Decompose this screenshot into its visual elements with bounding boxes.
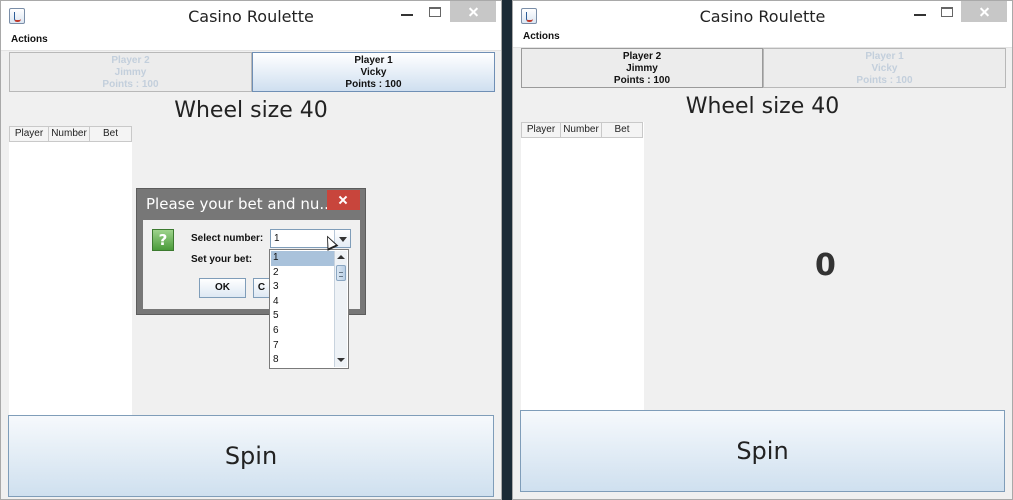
column-header-player[interactable]: Player <box>9 126 49 142</box>
scroll-down-icon[interactable] <box>335 354 347 367</box>
dropdown-option[interactable]: 1 <box>271 251 335 266</box>
table-header: Player Number Bet <box>521 122 643 138</box>
column-header-bet[interactable]: Bet <box>90 126 132 142</box>
tab-player-2[interactable]: Player 2 Jimmy Points : 100 <box>521 48 763 88</box>
dropdown-option[interactable]: 5 <box>271 309 335 324</box>
tab-player-user: Vicky <box>871 63 898 74</box>
number-select-value: 1 <box>274 233 280 244</box>
bets-table[interactable]: Player Number Bet <box>9 126 132 416</box>
tab-player-user: Jimmy <box>626 63 658 74</box>
dropdown-option[interactable]: 3 <box>271 280 335 295</box>
scroll-up-icon[interactable] <box>335 251 347 264</box>
menu-actions[interactable]: Actions <box>11 34 48 45</box>
tab-player-user: Vicky <box>360 67 387 78</box>
menubar: Actions <box>1 31 501 51</box>
casino-window-right: Casino Roulette Actions Player 2 Jimmy P… <box>512 0 1013 500</box>
player-tabs: Player 2 Jimmy Points : 100 Player 1 Vic… <box>9 52 495 92</box>
column-header-number[interactable]: Number <box>561 122 602 138</box>
tab-player-points: Points : 100 <box>613 75 671 86</box>
tab-player-name: Player 1 <box>865 51 904 62</box>
dropdown-option[interactable]: 2 <box>271 266 335 281</box>
bets-table[interactable]: Player Number Bet <box>521 122 644 412</box>
table-header: Player Number Bet <box>9 126 132 142</box>
tab-player-points: Points : 100 <box>856 75 913 86</box>
number-dropdown-list[interactable]: 1 2 3 4 5 6 7 8 <box>269 249 349 369</box>
tab-player-name: Player 2 <box>111 55 150 66</box>
tab-player-points: Points : 100 <box>102 79 159 90</box>
dialog-title: Please your bet and nu... <box>146 195 334 213</box>
scroll-thumb[interactable] <box>336 265 346 281</box>
window-title: Casino Roulette <box>699 7 826 26</box>
titlebar[interactable]: Casino Roulette <box>513 1 1012 31</box>
tab-player-1[interactable]: Player 1 Vicky Points : 100 <box>252 52 495 92</box>
dropdown-option[interactable]: 8 <box>271 353 335 368</box>
dialog-close-button[interactable] <box>327 190 360 210</box>
menu-actions[interactable]: Actions <box>523 31 560 42</box>
dropdown-option[interactable]: 6 <box>271 324 335 339</box>
column-header-bet[interactable]: Bet <box>602 122 643 138</box>
titlebar[interactable]: Casino Roulette <box>1 1 501 31</box>
number-select[interactable]: 1 <box>270 229 351 248</box>
column-header-player[interactable]: Player <box>521 122 561 138</box>
tab-player-name: Player 2 <box>622 51 662 62</box>
question-icon: ? <box>152 229 174 251</box>
maximize-button[interactable] <box>941 7 953 17</box>
tab-player-name: Player 1 <box>354 55 393 66</box>
set-bet-label: Set your bet: <box>191 254 253 265</box>
dropdown-option[interactable]: 4 <box>271 295 335 310</box>
dropdown-scrollbar[interactable] <box>334 251 347 367</box>
tab-player-points: Points : 100 <box>345 79 402 90</box>
wheel-size-title: Wheel size 40 <box>174 98 328 123</box>
cancel-button[interactable]: C <box>253 278 269 298</box>
ok-button[interactable]: OK <box>199 278 246 298</box>
dropdown-option[interactable]: 7 <box>271 339 335 354</box>
minimize-button[interactable] <box>914 14 926 16</box>
select-number-label: Select number: <box>191 233 264 244</box>
menubar: Actions <box>513 28 1012 48</box>
column-header-number[interactable]: Number <box>49 126 90 142</box>
tab-player-user: Jimmy <box>114 67 147 78</box>
tab-player-1[interactable]: Player 1 Vicky Points : 100 <box>763 48 1006 88</box>
window-title: Casino Roulette <box>188 7 314 26</box>
close-button[interactable] <box>961 1 1007 22</box>
minimize-button[interactable] <box>401 14 413 16</box>
close-button[interactable] <box>450 1 496 22</box>
spin-result: 0 <box>815 248 836 283</box>
wheel-size-title: Wheel size 40 <box>685 94 840 119</box>
spin-button[interactable]: Spin <box>8 415 494 497</box>
tab-player-2[interactable]: Player 2 Jimmy Points : 100 <box>9 52 252 92</box>
player-tabs: Player 2 Jimmy Points : 100 Player 1 Vic… <box>521 48 1006 88</box>
maximize-button[interactable] <box>429 7 441 17</box>
spin-button[interactable]: Spin <box>520 410 1005 492</box>
